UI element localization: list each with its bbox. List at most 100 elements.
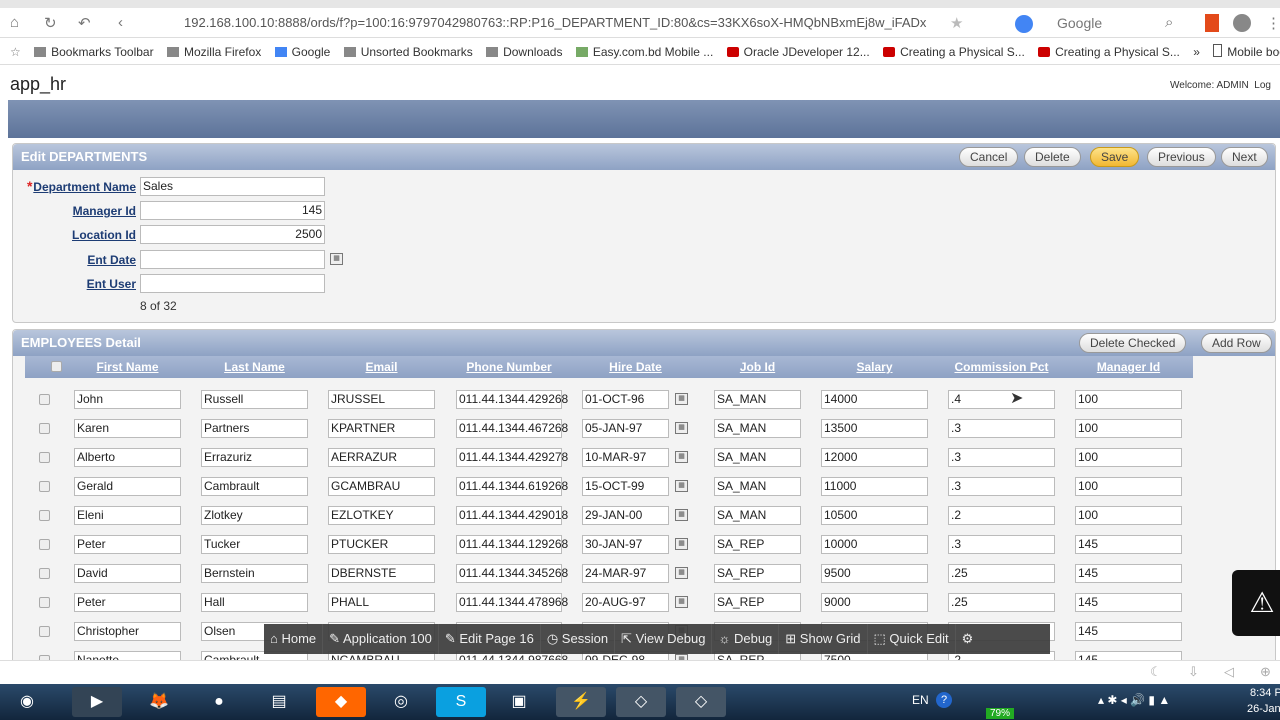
uc-browser-icon[interactable]: ◆ [316, 687, 366, 717]
last-name-input[interactable]: Cambrault [201, 477, 308, 496]
save-button[interactable]: Save [1090, 147, 1140, 167]
dev-debug[interactable]: ☼ Debug [712, 624, 780, 654]
network-app-icon[interactable]: ⚡ [556, 687, 606, 717]
last-name-input[interactable]: Errazuriz [201, 448, 308, 467]
commission-pct-input[interactable]: .2 [948, 506, 1055, 525]
dev-home[interactable]: ⌂ Home [264, 624, 324, 654]
language-indicator[interactable]: EN [912, 693, 929, 707]
calendar-icon[interactable]: ▦ [675, 451, 688, 463]
last-name-input[interactable]: Zlotkey [201, 506, 308, 525]
commission-pct-input[interactable]: .3 [948, 535, 1055, 554]
phone-number-input[interactable]: 011.44.1344.429268 [456, 390, 568, 409]
column-header-first-name[interactable]: First Name [74, 360, 181, 374]
firefox-icon[interactable]: 🦊 [134, 687, 184, 717]
last-name-input[interactable]: Russell [201, 390, 308, 409]
department-name-label[interactable]: Department Name [16, 180, 136, 194]
column-header-hire-date[interactable]: Hire Date [582, 360, 689, 374]
job-id-input[interactable]: SA_MAN [714, 419, 801, 438]
dev-show-grid[interactable]: ⊞ Show Grid [779, 624, 868, 654]
manager-id-input[interactable]: 100 [1075, 506, 1182, 525]
row-checkbox[interactable] [39, 452, 50, 463]
manager-id-input[interactable]: 145 [1075, 535, 1182, 554]
column-header-last-name[interactable]: Last Name [201, 360, 308, 374]
commission-pct-input[interactable]: .3 [948, 448, 1055, 467]
sql-developer-icon[interactable]: ◇ [676, 687, 726, 717]
first-name-input[interactable]: Eleni [74, 506, 181, 525]
email-input[interactable]: PHALL [328, 593, 435, 612]
commission-pct-input[interactable]: .3 [948, 477, 1055, 496]
salary-input[interactable]: 10500 [821, 506, 928, 525]
home-icon[interactable]: ⌂ [10, 14, 19, 31]
reload-icon[interactable]: ↻ [44, 14, 57, 32]
gear-icon[interactable]: ⚙ [956, 624, 980, 654]
back-icon[interactable]: ‹ [118, 14, 123, 31]
hire-date-input[interactable]: 05-JAN-97 [582, 419, 669, 438]
ent-user-label[interactable]: Ent User [16, 277, 136, 291]
office-icon[interactable] [1205, 14, 1219, 32]
phone-number-input[interactable]: 011.44.1344.345268 [456, 564, 568, 583]
url-bar[interactable]: 192.168.100.10:8888/ords/f?p=100:16:9797… [160, 12, 1000, 34]
phone-number-input[interactable]: 011.44.1344.478968 [456, 593, 568, 612]
calendar-icon[interactable]: ▦ [675, 567, 688, 579]
zoom-icon[interactable]: ⊕ [1260, 664, 1271, 680]
job-id-input[interactable]: SA_REP [714, 535, 801, 554]
clock-time[interactable]: 8:34 P [1250, 687, 1280, 699]
column-header-manager-id[interactable]: Manager Id [1075, 360, 1182, 374]
email-input[interactable]: EZLOTKEY [328, 506, 435, 525]
manager-id-input[interactable]: 145 [1075, 564, 1182, 583]
hire-date-input[interactable]: 01-OCT-96 [582, 390, 669, 409]
previous-button[interactable]: Previous [1147, 147, 1216, 167]
hire-date-input[interactable]: 24-MAR-97 [582, 564, 669, 583]
sound-icon[interactable]: ◁ [1224, 664, 1234, 680]
salary-input[interactable]: 12000 [821, 448, 928, 467]
first-name-input[interactable]: Karen [74, 419, 181, 438]
column-header-phone-number[interactable]: Phone Number [456, 360, 562, 374]
night-mode-icon[interactable]: ☾ [1150, 664, 1162, 680]
bookmark-item[interactable]: Creating a Physical S... [1038, 39, 1180, 64]
last-name-input[interactable]: Partners [201, 419, 308, 438]
more-bookmarks-button[interactable]: » [1193, 39, 1200, 64]
star-icon[interactable]: ★ [950, 14, 963, 32]
row-checkbox[interactable] [39, 626, 50, 637]
commission-pct-input[interactable]: .25 [948, 564, 1055, 583]
salary-input[interactable]: 11000 [821, 477, 928, 496]
floating-widget-icon[interactable]: ⚠ [1232, 570, 1280, 636]
manager-id-input[interactable]: 100 [1075, 477, 1182, 496]
salary-input[interactable]: 9000 [821, 593, 928, 612]
manager-id-input[interactable]: 100 [1075, 390, 1182, 409]
location-id-label[interactable]: Location Id [16, 228, 136, 242]
location-id-input[interactable]: 2500 [140, 225, 325, 244]
ent-date-input[interactable] [140, 250, 325, 269]
hire-date-input[interactable]: 29-JAN-00 [582, 506, 669, 525]
dev-quick-edit[interactable]: ⬚ Quick Edit [868, 624, 956, 654]
first-name-input[interactable]: Alberto [74, 448, 181, 467]
job-id-input[interactable]: SA_MAN [714, 390, 801, 409]
calendar-icon[interactable]: ▦ [675, 596, 688, 608]
virtualbox-icon[interactable]: ▣ [494, 687, 544, 717]
manager-id-input[interactable]: 145 [1075, 622, 1182, 641]
salary-input[interactable]: 9500 [821, 564, 928, 583]
manager-id-label[interactable]: Manager Id [16, 204, 136, 218]
cancel-button[interactable]: Cancel [959, 147, 1019, 167]
search-box[interactable]: Google [1015, 12, 1185, 34]
next-button[interactable]: Next [1221, 147, 1268, 167]
column-header-salary[interactable]: Salary [821, 360, 928, 374]
phone-number-input[interactable]: 011.44.1344.429278 [456, 448, 568, 467]
logout-link[interactable]: Log [1254, 80, 1271, 91]
row-checkbox[interactable] [39, 423, 50, 434]
last-name-input[interactable]: Tucker [201, 535, 308, 554]
salary-input[interactable]: 13500 [821, 419, 928, 438]
column-header-job-id[interactable]: Job Id [714, 360, 801, 374]
chrome-icon[interactable]: ◎ [376, 687, 426, 717]
hire-date-input[interactable]: 15-OCT-99 [582, 477, 669, 496]
clock-date[interactable]: 26-Jan [1247, 703, 1280, 715]
job-id-input[interactable]: SA_MAN [714, 506, 801, 525]
salary-input[interactable]: 10000 [821, 535, 928, 554]
commission-pct-input[interactable]: .4 [948, 390, 1055, 409]
row-checkbox[interactable] [39, 568, 50, 579]
last-name-input[interactable]: Hall [201, 593, 308, 612]
calendar-icon[interactable]: ▦ [330, 253, 343, 265]
bookmark-item[interactable]: Unsorted Bookmarks [343, 39, 473, 64]
bookmark-item[interactable]: Mozilla Firefox [166, 39, 261, 64]
ent-date-label[interactable]: Ent Date [16, 253, 136, 267]
